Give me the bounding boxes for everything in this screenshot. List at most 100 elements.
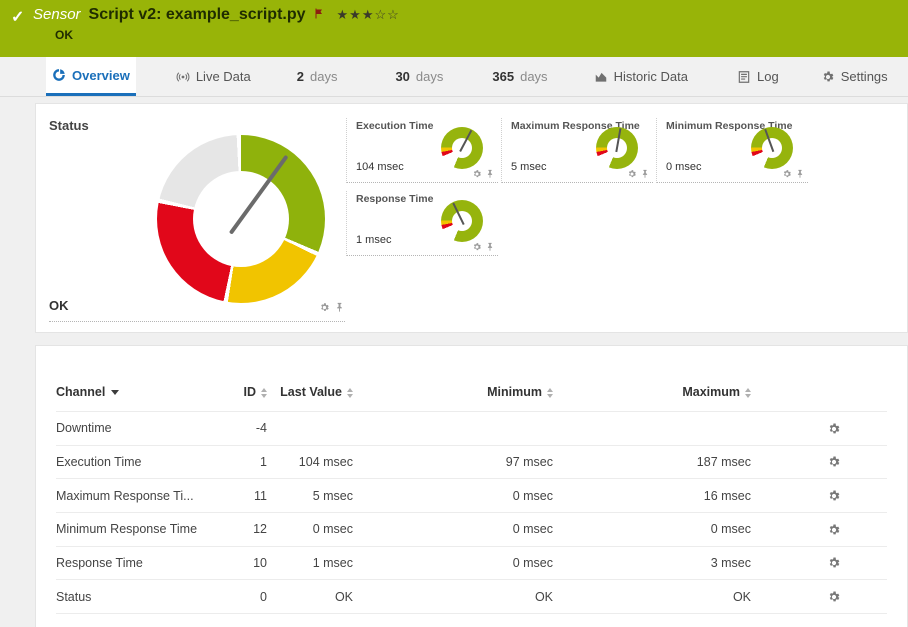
- gauge-value: 5 msec: [511, 161, 546, 173]
- tab-number: 2: [297, 69, 304, 84]
- column-header-channel[interactable]: Channel: [56, 380, 201, 411]
- cell-minimum: 0 msec: [353, 512, 553, 546]
- gauge-panel-execution-time: Execution Time 104 msec: [346, 118, 498, 183]
- table-row-maximum-response-time: Maximum Response Ti... 11 5 msec 0 msec …: [56, 479, 887, 513]
- cell-maximum: 0 msec: [553, 512, 751, 546]
- tab-365-days[interactable]: 365 days: [486, 57, 553, 96]
- pin-icon[interactable]: [795, 169, 805, 179]
- pin-icon[interactable]: [485, 169, 495, 179]
- header-title-row: Sensor Script v2: example_script.py ★★★☆…: [33, 5, 400, 25]
- status-gauge: [157, 135, 325, 303]
- sort-icon[interactable]: [261, 388, 267, 398]
- cell-channel[interactable]: Maximum Response Ti...: [56, 479, 201, 513]
- gauge-needle: [764, 129, 774, 152]
- cell-maximum: 3 msec: [553, 546, 751, 580]
- gauge-value: 1 msec: [356, 234, 391, 246]
- prtg-sensor-page: ✓ Sensor Script v2: example_script.py ★★…: [0, 0, 908, 627]
- tab-label: Overview: [72, 68, 130, 83]
- execution-time-gauge: [441, 127, 483, 169]
- broadcast-icon: [176, 70, 190, 84]
- log-list-icon: [737, 70, 751, 84]
- status-value: OK: [49, 298, 69, 313]
- stars-filled: ★★★: [337, 7, 375, 22]
- gauge-panel-response-time: Response Time 1 msec: [346, 191, 498, 256]
- minimum-response-time-gauge: [751, 127, 793, 169]
- sort-icon[interactable]: [547, 388, 553, 398]
- stars-empty: ☆☆: [374, 7, 399, 22]
- tab-unit: days: [520, 69, 547, 84]
- sort-icon[interactable]: [347, 388, 353, 398]
- column-header-maximum[interactable]: Maximum: [553, 380, 751, 411]
- status-panel: Status OK Execution Time 104 msec: [35, 103, 908, 333]
- tab-label: Historic Data: [614, 69, 688, 84]
- gauge-needle: [459, 130, 472, 152]
- cell-minimum: 0 msec: [353, 546, 553, 580]
- cell-id: 10: [201, 546, 267, 580]
- cell-channel[interactable]: Response Time: [56, 546, 201, 580]
- channel-settings-gear-icon[interactable]: [827, 556, 841, 570]
- status-check-icon: ✓: [11, 7, 24, 27]
- sort-desc-icon[interactable]: [111, 390, 119, 395]
- cell-channel[interactable]: Execution Time: [56, 445, 201, 479]
- column-header-minimum[interactable]: Minimum: [353, 380, 553, 411]
- table-row-downtime: Downtime -4: [56, 411, 887, 445]
- tab-label: Live Data: [196, 69, 251, 84]
- tab-overview[interactable]: Overview: [46, 57, 136, 96]
- priority-stars[interactable]: ★★★☆☆: [337, 7, 400, 23]
- cell-channel[interactable]: Downtime: [56, 411, 201, 445]
- flag-icon[interactable]: [313, 7, 325, 20]
- gauge-panel-minimum-response-time: Minimum Response Time 0 msec: [656, 118, 808, 183]
- tab-settings[interactable]: Settings: [815, 57, 894, 96]
- tab-label: Log: [757, 69, 779, 84]
- tab-unit: days: [310, 69, 337, 84]
- cell-id: 12: [201, 512, 267, 546]
- cell-last-value: 5 msec: [267, 479, 353, 513]
- tab-historic-data[interactable]: Historic Data: [588, 57, 694, 96]
- gear-icon[interactable]: [782, 169, 792, 179]
- channel-settings-gear-icon[interactable]: [827, 523, 841, 537]
- status-panel-title: Status: [49, 118, 89, 133]
- cell-last-value: 1 msec: [267, 546, 353, 580]
- cell-id: 0: [201, 580, 267, 614]
- gear-icon[interactable]: [472, 242, 482, 252]
- tab-live-data[interactable]: Live Data: [170, 57, 257, 96]
- response-time-gauge: [441, 200, 483, 242]
- cell-channel[interactable]: Status: [56, 580, 201, 614]
- channel-settings-gear-icon[interactable]: [827, 422, 841, 436]
- cell-id: 11: [201, 479, 267, 513]
- area-chart-icon: [594, 70, 608, 84]
- gauge-label: Execution Time: [356, 120, 498, 132]
- channel-settings-gear-icon[interactable]: [827, 489, 841, 503]
- channel-settings-gear-icon[interactable]: [827, 455, 841, 469]
- cell-last-value: 0 msec: [267, 512, 353, 546]
- cell-minimum: 0 msec: [353, 479, 553, 513]
- pin-icon[interactable]: [640, 169, 650, 179]
- gear-icon[interactable]: [319, 302, 330, 313]
- donut-chart-icon: [52, 68, 66, 82]
- sensor-type-label: Sensor: [33, 5, 81, 25]
- cell-last-value: OK: [267, 580, 353, 614]
- tab-2-days[interactable]: 2 days: [291, 57, 344, 96]
- cell-maximum: OK: [553, 580, 751, 614]
- cell-minimum: [353, 411, 553, 445]
- column-header-id[interactable]: ID: [201, 380, 267, 411]
- tab-30-days[interactable]: 30 days: [389, 57, 449, 96]
- gauge-needle: [452, 203, 464, 225]
- sort-icon[interactable]: [745, 388, 751, 398]
- gauge-value: 104 msec: [356, 161, 404, 173]
- channel-settings-gear-icon[interactable]: [827, 590, 841, 604]
- cell-minimum: 97 msec: [353, 445, 553, 479]
- cell-channel[interactable]: Minimum Response Time: [56, 512, 201, 546]
- cell-minimum: OK: [353, 580, 553, 614]
- gear-icon[interactable]: [472, 169, 482, 179]
- pin-icon[interactable]: [485, 242, 495, 252]
- gear-icon[interactable]: [627, 169, 637, 179]
- tab-log[interactable]: Log: [731, 57, 785, 96]
- table-row-minimum-response-time: Minimum Response Time 12 0 msec 0 msec 0…: [56, 512, 887, 546]
- cell-id: -4: [201, 411, 267, 445]
- tab-number: 30: [395, 69, 409, 84]
- cell-last-value: 104 msec: [267, 445, 353, 479]
- pin-icon[interactable]: [334, 302, 345, 313]
- column-header-last-value[interactable]: Last Value: [267, 380, 353, 411]
- cell-maximum: [553, 411, 751, 445]
